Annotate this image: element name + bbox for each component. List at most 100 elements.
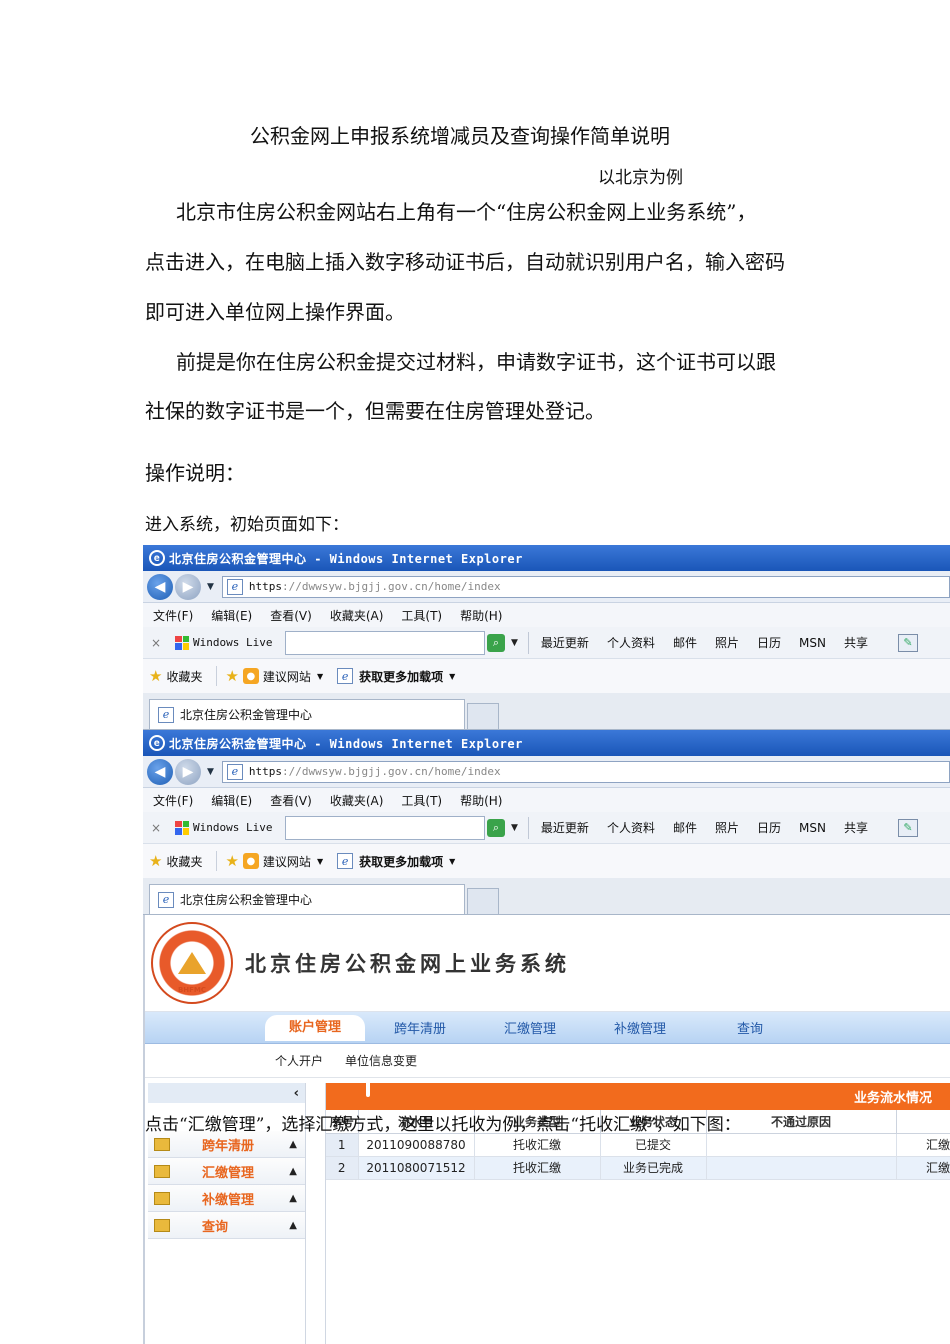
divider [216, 851, 218, 871]
sidebar-item-label: 汇缴管理 [202, 1165, 255, 1181]
nav-query[interactable]: 查询 [695, 1018, 805, 1037]
ie-menubar: 文件(F) 编辑(E) 查看(V) 收藏夹(A) 工具(T) 帮助(H) [143, 788, 950, 812]
live-link-mail[interactable]: 邮件 [673, 819, 697, 836]
menu-view[interactable]: 查看(V) [270, 792, 312, 809]
cell-type: 托收汇缴 [474, 1133, 601, 1157]
new-tab-button[interactable] [467, 703, 499, 729]
cell-index: 1 [326, 1133, 359, 1157]
live-link-share[interactable]: 共享 [844, 819, 868, 836]
folder-icon [154, 1137, 170, 1151]
new-tab-button[interactable] [467, 888, 499, 914]
favorites-bar: ★ 收藏夹 ★ ● 建议网站 ▼ e 获取更多加载项 ▼ [143, 844, 950, 878]
menu-help[interactable]: 帮助(H) [460, 792, 502, 809]
menu-file[interactable]: 文件(F) [153, 792, 193, 809]
back-icon[interactable]: ◀ [147, 758, 173, 785]
sidebar-item-supplement[interactable]: 补缴管理 ▲ [148, 1185, 305, 1212]
menu-view[interactable]: 查看(V) [270, 607, 312, 624]
nav-annual-roster[interactable]: 跨年清册 [365, 1018, 475, 1037]
suggested-sites-button[interactable]: ● 建议网站 ▼ [242, 853, 323, 870]
menu-edit[interactable]: 编辑(E) [211, 607, 252, 624]
para1-line3: 即可进入单位网上操作界面。 [145, 300, 405, 324]
favorites-button[interactable]: ★ 收藏夹 [149, 667, 202, 685]
ie-window-2: e 北京住房公积金管理中心 - Windows Internet Explorer… [143, 730, 950, 915]
forward-icon[interactable]: ▶ [175, 758, 201, 785]
addons-button[interactable]: e 获取更多加载项 ▼ [337, 853, 455, 870]
folder-icon [154, 1191, 170, 1205]
favorites-label: 收藏夹 [166, 854, 203, 869]
col-header-extra [896, 1110, 950, 1134]
site-sub-nav: 个人开户 单位信息变更 [145, 1044, 950, 1078]
table-row[interactable]: 1 2011090088780 托收汇缴 已提交 汇缴 [326, 1133, 950, 1157]
subnav-personal-account[interactable]: 个人开户 [275, 1052, 323, 1069]
live-link-calendar[interactable]: 日历 [757, 634, 781, 651]
live-search-input[interactable] [285, 630, 485, 655]
address-bar[interactable]: e https ://dwwsyw.bjgjj.gov.cn/home/inde… [221, 760, 950, 783]
live-link-msn[interactable]: MSN [799, 636, 826, 650]
live-link-updates[interactable]: 最近更新 [541, 634, 589, 651]
browser-tab[interactable]: e 北京住房公积金管理中心 [149, 884, 465, 914]
live-link-calendar[interactable]: 日历 [757, 819, 781, 836]
search-dropdown-icon[interactable]: ▼ [511, 823, 518, 833]
live-toolbar: × Windows Live ⌕ ▼ 最近更新 个人资料 邮件 照片 日历 MS… [143, 627, 950, 659]
share-icon[interactable]: ✎ [897, 633, 918, 652]
live-link-photos[interactable]: 照片 [715, 819, 739, 836]
history-dropdown-icon[interactable]: ▼ [207, 582, 214, 592]
sidebar-item-remittance[interactable]: 汇缴管理 ▲ [148, 1158, 305, 1185]
sidebar-item-query[interactable]: 查询 ▲ [148, 1212, 305, 1239]
address-rest: ://dwwsyw.bjgjj.gov.cn/home/index [282, 580, 501, 593]
window-title: 北京住房公积金管理中心 - Windows Internet Explorer [169, 551, 523, 566]
share-icon[interactable]: ✎ [897, 818, 918, 837]
live-link-msn[interactable]: MSN [799, 821, 826, 835]
browser-tab[interactable]: e 北京住房公积金管理中心 [149, 699, 465, 729]
page-icon: e [158, 706, 174, 723]
cell-reason [706, 1133, 897, 1157]
search-icon[interactable]: ⌕ [487, 818, 505, 837]
forward-icon[interactable]: ▶ [175, 573, 201, 600]
back-icon[interactable]: ◀ [147, 573, 173, 600]
live-link-updates[interactable]: 最近更新 [541, 819, 589, 836]
add-favorite-icon[interactable]: ★ [225, 852, 238, 870]
suggested-sites-button[interactable]: ● 建议网站 ▼ [242, 668, 323, 685]
menu-favorites[interactable]: 收藏夹(A) [330, 792, 384, 809]
favorites-button[interactable]: ★ 收藏夹 [149, 852, 202, 870]
sidebar-item-annual-roster[interactable]: 跨年清册 ▲ [148, 1131, 305, 1158]
menu-file[interactable]: 文件(F) [153, 607, 193, 624]
search-icon[interactable]: ⌕ [487, 633, 505, 652]
menu-tools[interactable]: 工具(T) [401, 792, 442, 809]
addons-button[interactable]: e 获取更多加载项 ▼ [337, 668, 455, 685]
history-dropdown-icon[interactable]: ▼ [207, 767, 214, 777]
cell-status: 业务已完成 [600, 1156, 707, 1180]
nav-remittance-management[interactable]: 汇缴管理 [475, 1018, 585, 1037]
cell-index: 2 [326, 1156, 359, 1180]
divider [216, 666, 218, 686]
live-link-share[interactable]: 共享 [844, 634, 868, 651]
add-favorite-icon[interactable]: ★ [225, 667, 238, 685]
live-search-input[interactable] [285, 815, 485, 840]
live-link-profile[interactable]: 个人资料 [607, 819, 655, 836]
table-row[interactable]: 2 2011080071512 托收汇缴 业务已完成 汇缴 [326, 1156, 950, 1180]
menu-help[interactable]: 帮助(H) [460, 607, 502, 624]
close-icon[interactable]: × [151, 636, 175, 650]
menu-edit[interactable]: 编辑(E) [211, 792, 252, 809]
sidebar-collapse-icon[interactable]: ‹ [148, 1083, 305, 1103]
ie-navbar: ◀ ▶ ▼ e https ://dwwsyw.bjgjj.gov.cn/hom… [143, 571, 950, 603]
live-link-photos[interactable]: 照片 [715, 634, 739, 651]
menu-tools[interactable]: 工具(T) [401, 607, 442, 624]
address-bar[interactable]: e https ://dwwsyw.bjgjj.gov.cn/home/inde… [221, 575, 950, 598]
live-link-profile[interactable]: 个人资料 [607, 634, 655, 651]
live-link-mail[interactable]: 邮件 [673, 634, 697, 651]
star-icon: ★ [149, 852, 163, 870]
window-title: 北京住房公积金管理中心 - Windows Internet Explorer [169, 736, 523, 751]
suggested-sites-icon: ● [242, 853, 259, 869]
search-dropdown-icon[interactable]: ▼ [511, 638, 518, 648]
address-rest: ://dwwsyw.bjgjj.gov.cn/home/index [282, 765, 501, 778]
page-icon: e [158, 891, 174, 908]
close-icon[interactable]: × [151, 821, 175, 835]
subnav-unit-info-change[interactable]: 单位信息变更 [345, 1052, 417, 1069]
menu-favorites[interactable]: 收藏夹(A) [330, 607, 384, 624]
site-main-nav: 账户管理 跨年清册 汇缴管理 补缴管理 查询 [145, 1012, 950, 1044]
doc-subtitle: 以北京为例 [598, 168, 683, 188]
nav-supplement-management[interactable]: 补缴管理 [585, 1018, 695, 1037]
nav-account-management[interactable]: 账户管理 [265, 1014, 365, 1041]
page-icon: e [337, 853, 354, 869]
